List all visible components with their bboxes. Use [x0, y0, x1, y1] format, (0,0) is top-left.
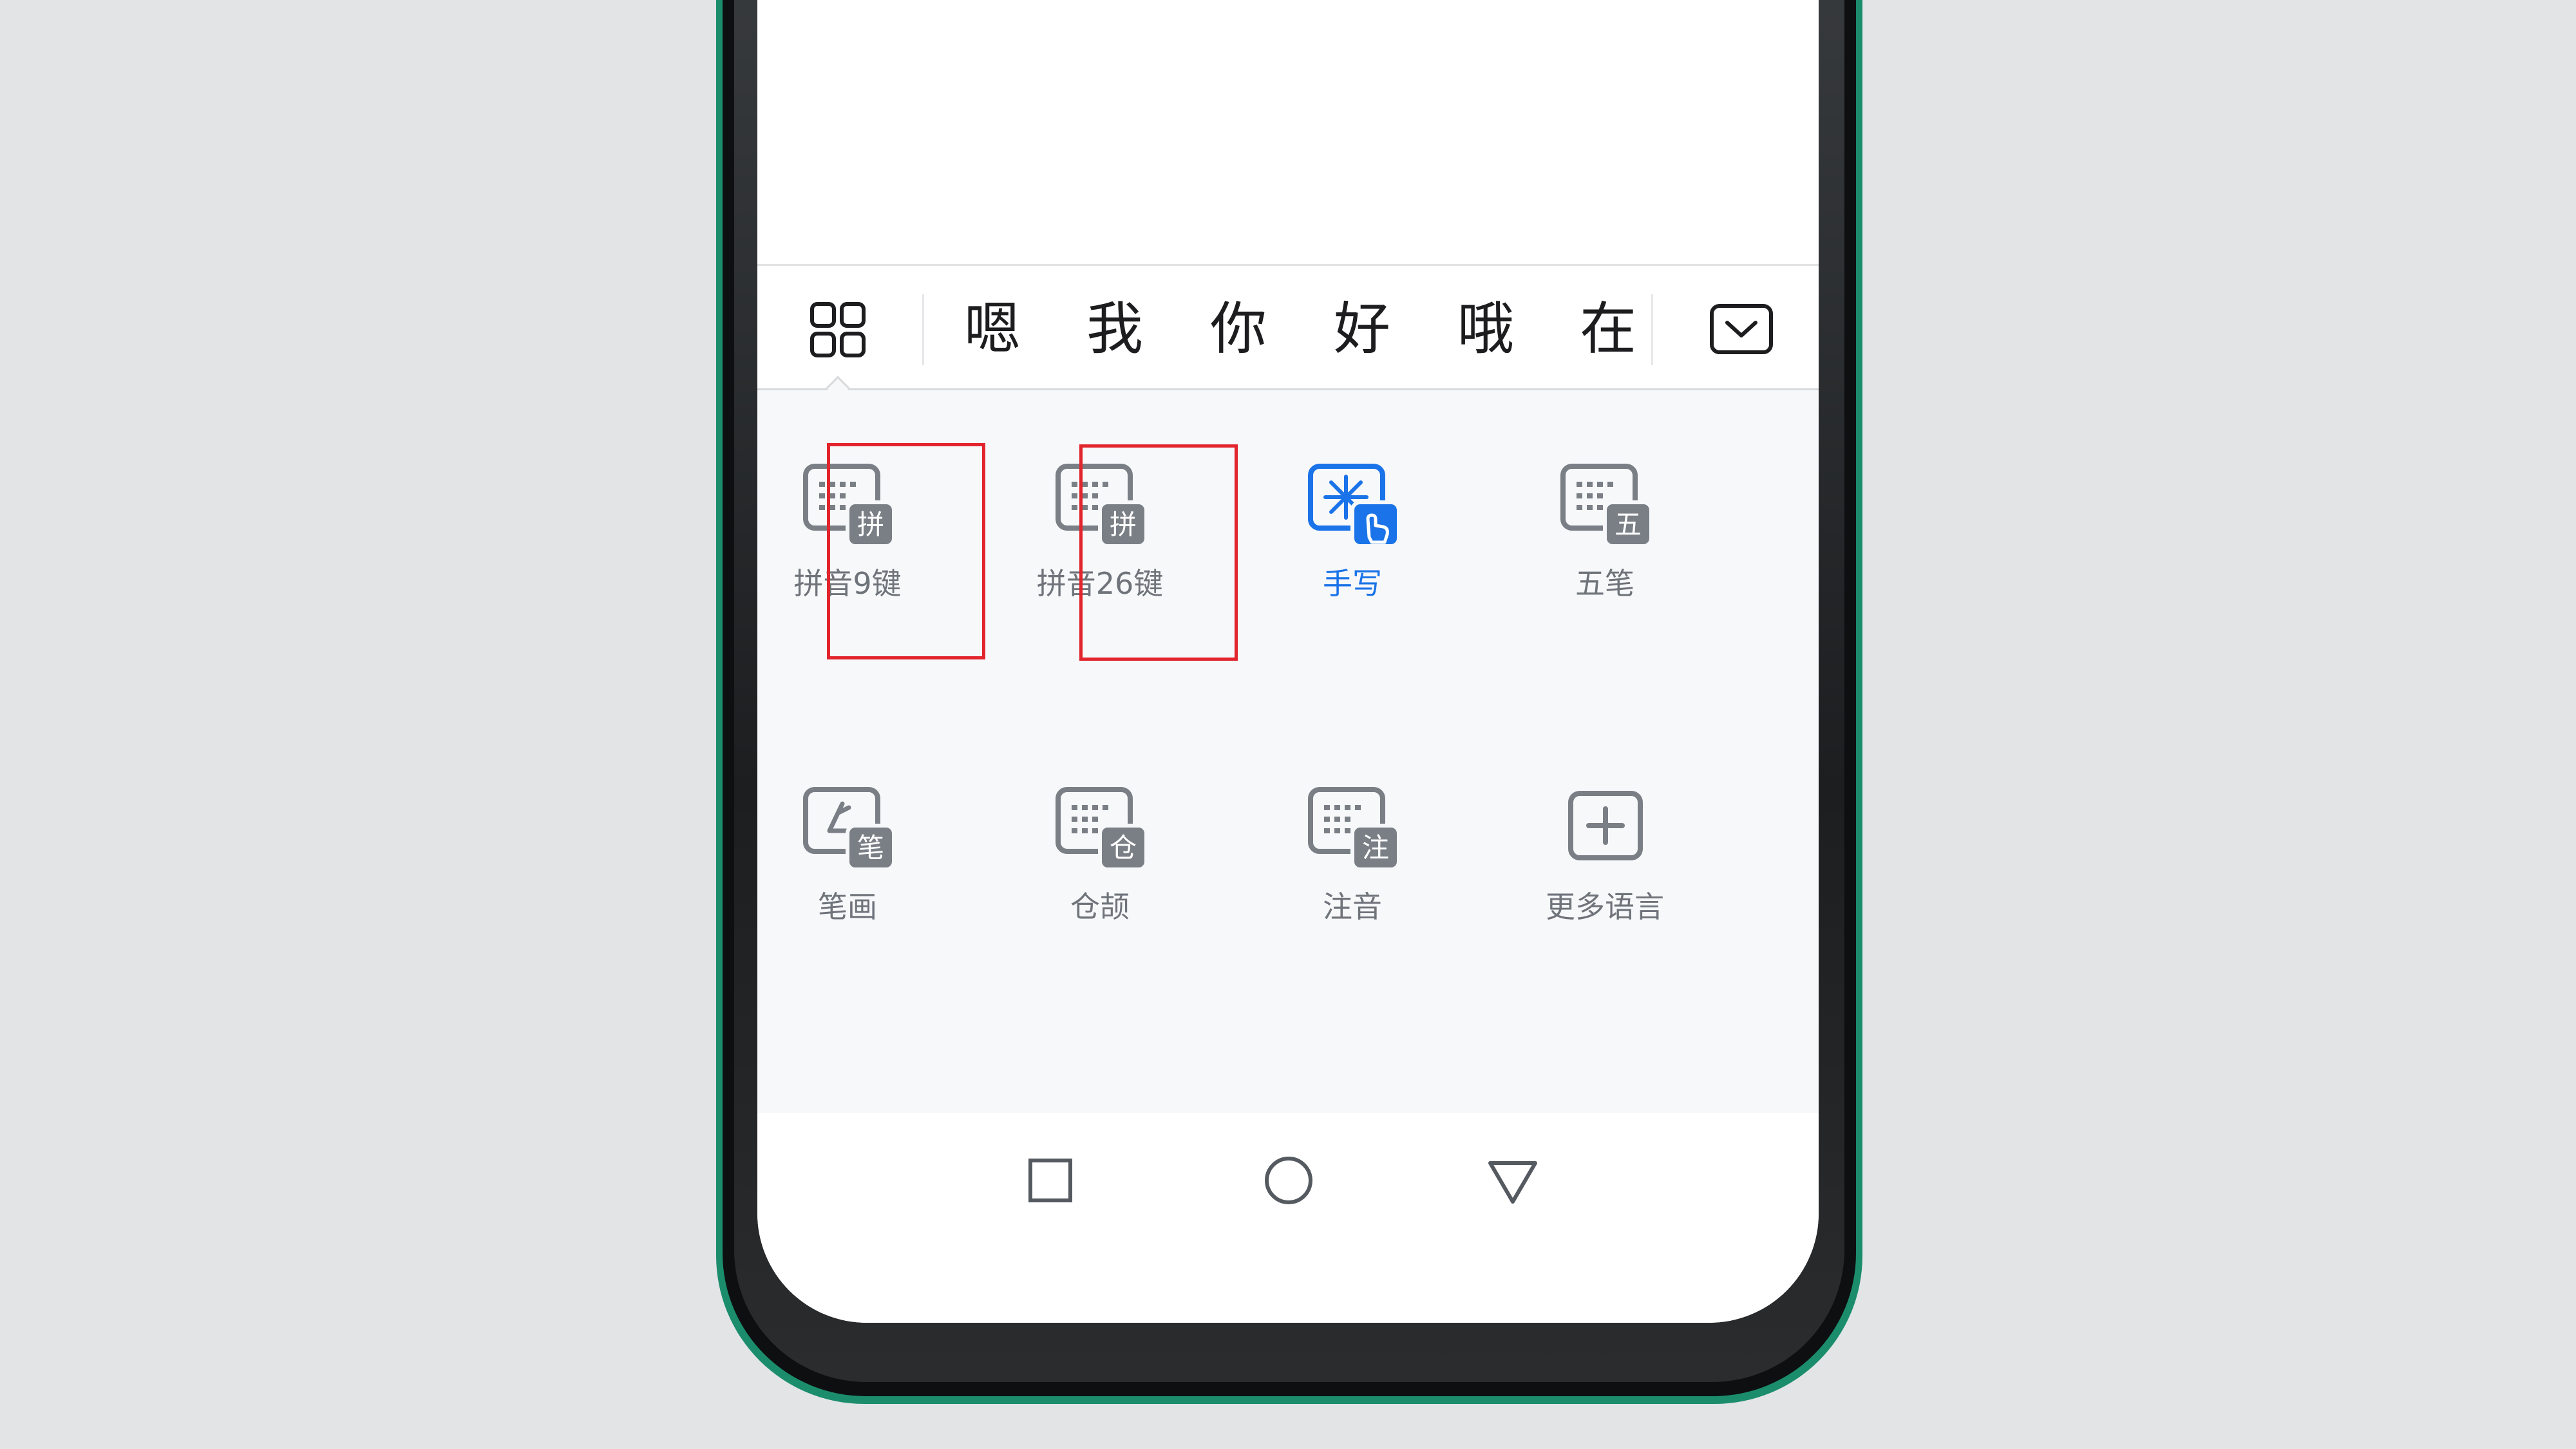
stroke-icon: 笔 [803, 787, 896, 871]
layout-option-zhuyin[interactable]: 注 注音 [1275, 756, 1430, 969]
layout-label: 注音 [1323, 889, 1382, 924]
grid-menu-icon[interactable] [810, 302, 866, 357]
layout-option-wubi[interactable]: 五 五笔 [1528, 433, 1682, 645]
candidate-word[interactable]: 哦 [1450, 290, 1521, 368]
highlight-box-pinyin26 [1079, 444, 1238, 661]
layout-option-cangjie[interactable]: 仓 仓颉 [1023, 756, 1177, 969]
app-content-area [757, 0, 1819, 264]
handwriting-icon [1308, 464, 1401, 548]
keyboard-collapse-icon[interactable] [1709, 303, 1774, 355]
phone-screen: 嗯 我 你 好 哦 在 拼 拼音9键 拼 拼音26键 手写 五 五笔 笔 笔画 … [757, 0, 1819, 1323]
highlight-box-pinyin9 [827, 443, 985, 659]
candidate-word[interactable]: 我 [1079, 290, 1150, 368]
square-icon[interactable] [1021, 1151, 1079, 1209]
layout-label: 仓颉 [1070, 889, 1130, 924]
candidate-word[interactable]: 好 [1327, 290, 1397, 368]
keyboard-icon: 注 [1308, 787, 1401, 871]
candidate-bar: 嗯 我 你 好 哦 在 [757, 264, 1819, 400]
layout-label: 更多语言 [1546, 889, 1664, 924]
navigation-bar [757, 1113, 1819, 1323]
layout-label: 笔画 [818, 889, 877, 924]
candidate-divider-right [1651, 294, 1653, 365]
svg-text:笔: 笔 [857, 832, 884, 864]
candidate-word[interactable]: 在 [1573, 290, 1643, 368]
layout-option-handwriting[interactable]: 手写 [1275, 433, 1430, 645]
triangle-icon[interactable] [1484, 1151, 1542, 1209]
keyboard-icon: 五 [1560, 464, 1653, 548]
svg-text:五: 五 [1615, 509, 1642, 540]
layout-label: 手写 [1323, 566, 1382, 601]
candidate-word[interactable]: 嗯 [957, 290, 1028, 368]
input-method-panel: 拼 拼音9键 拼 拼音26键 手写 五 五笔 笔 笔画 仓 仓颉 注 注音 更多… [757, 390, 1819, 1113]
plus-icon [1568, 791, 1643, 860]
candidate-word[interactable]: 你 [1203, 290, 1274, 368]
svg-text:注: 注 [1362, 832, 1389, 864]
svg-text:仓: 仓 [1110, 832, 1137, 864]
candidate-divider-left [922, 294, 924, 365]
layout-label: 五笔 [1575, 566, 1634, 601]
circle-icon[interactable] [1260, 1151, 1318, 1209]
layout-option-more-languages[interactable]: 更多语言 [1528, 756, 1682, 969]
keyboard-icon: 仓 [1056, 787, 1148, 871]
layout-option-stroke[interactable]: 笔 笔画 [770, 756, 925, 969]
